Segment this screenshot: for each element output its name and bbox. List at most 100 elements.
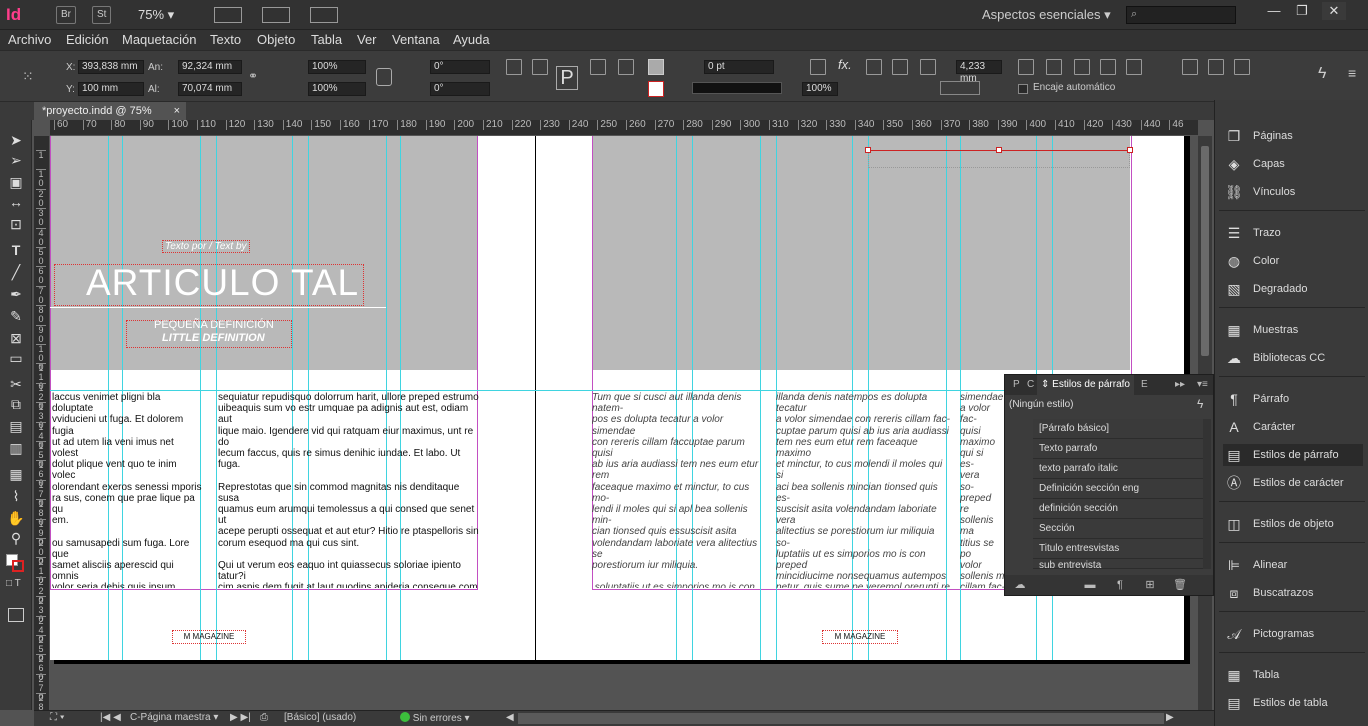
page-tool-icon[interactable]: ▣ — [6, 172, 26, 192]
height-field[interactable]: 70,074 mm — [178, 82, 242, 96]
body-column-3[interactable]: Tum que si cusci aut illanda denis natem… — [592, 392, 762, 588]
gradient-swatch-tool-icon[interactable]: ▤ — [6, 416, 26, 436]
panel-pictogramas[interactable]: 𝒜 Pictogramas — [1223, 623, 1363, 645]
panel-estilos-caracter[interactable]: Ⓐ Estilos de carácter — [1223, 472, 1363, 494]
opacity-field[interactable]: 100% — [802, 82, 838, 96]
link-scale-icon[interactable] — [376, 68, 392, 86]
view-options-icon[interactable] — [214, 7, 242, 23]
page-selector[interactable]: C-Página maestra ▾ — [130, 712, 218, 723]
quick-apply-icon[interactable]: ϟ — [1197, 397, 1203, 411]
byline-text[interactable]: Texto por / Text by — [162, 240, 250, 253]
panel-alinear[interactable]: ⊫ Alinear — [1223, 554, 1363, 576]
minimize-button[interactable]: — — [1262, 2, 1286, 20]
menu-ayuda[interactable]: Ayuda — [453, 32, 490, 47]
type-tool-icon[interactable]: T — [6, 240, 26, 260]
rectangle-frame-tool-icon[interactable]: ⊠ — [6, 328, 26, 348]
panel-menu-icon[interactable]: ▾≡ — [1193, 375, 1212, 395]
vertical-ruler[interactable]: 11 02 03 04 05 06 07 08 09 01 0 01 1 01 … — [34, 136, 50, 721]
scroll-right-icon[interactable]: ▶ — [1166, 712, 1174, 723]
free-transform-tool-icon[interactable]: ⧉ — [6, 394, 26, 414]
list-item[interactable]: Sección — [1033, 519, 1203, 539]
stroke-weight-field[interactable]: 0 pt — [704, 60, 774, 74]
document-tab[interactable]: *proyecto.indd @ 75% × — [34, 102, 186, 120]
direct-selection-tool-icon[interactable]: ➢ — [6, 150, 26, 170]
body-column-4[interactable]: illanda denis natempos es dolupta tecatu… — [776, 392, 950, 588]
gap-field[interactable]: 4,233 mm — [956, 60, 1002, 84]
rotate-ccw-icon[interactable] — [532, 59, 548, 75]
clear-overrides-icon[interactable]: ¶ — [1113, 578, 1127, 592]
corner-options-select[interactable] — [940, 81, 980, 95]
panel-bibliotecas[interactable]: ☁ Bibliotecas CC — [1223, 347, 1363, 369]
frame-fit-icon[interactable] — [920, 59, 936, 75]
autofit-checkbox[interactable] — [1018, 84, 1028, 94]
first-page-button[interactable]: |◀ ◀ — [100, 712, 121, 723]
delete-style-icon[interactable]: 🗑 — [1173, 578, 1187, 592]
menu-tabla[interactable]: Tabla — [311, 32, 342, 47]
horizontal-scrollbar[interactable] — [518, 713, 1164, 724]
list-item[interactable]: definición sección — [1033, 499, 1203, 519]
eyedropper-tool-icon[interactable]: ⌇ — [6, 486, 26, 506]
fit-content-icon[interactable] — [1018, 59, 1034, 75]
list-item[interactable]: Texto parrafo — [1033, 439, 1203, 459]
cloud-library-icon[interactable]: ☁ — [1013, 578, 1027, 592]
preflight-status[interactable]: Sin errores ▾ — [400, 712, 470, 724]
menu-maquetacion[interactable]: Maquetación — [122, 32, 196, 47]
screen-mode-icon[interactable] — [262, 7, 290, 23]
menu-ventana[interactable]: Ventana — [392, 32, 440, 47]
list-item[interactable]: Definición sección eng — [1033, 479, 1203, 499]
screen-mode-normal-icon[interactable] — [8, 608, 24, 622]
stroke-color-icon[interactable] — [12, 560, 24, 572]
center-content-icon[interactable] — [1100, 59, 1116, 75]
tab-p[interactable]: P — [1009, 375, 1024, 395]
scale-y-field[interactable]: 100% — [308, 82, 366, 96]
menu-ver[interactable]: Ver — [357, 32, 377, 47]
selection-handle[interactable] — [865, 147, 871, 153]
search-input[interactable]: ⌕ — [1126, 6, 1236, 24]
align-center-icon[interactable] — [892, 59, 908, 75]
fill-swatch[interactable] — [648, 59, 664, 75]
panel-trazo[interactable]: ☰ Trazo — [1223, 222, 1363, 244]
rectangle-tool-icon[interactable]: ▭ — [6, 348, 26, 368]
article-title[interactable]: ARTICULO TAL — [86, 260, 359, 306]
close-button[interactable]: ✕ — [1322, 2, 1346, 20]
column-guide[interactable] — [216, 136, 217, 660]
new-group-icon[interactable]: ▬ — [1083, 578, 1097, 592]
rotate-cw-icon[interactable] — [506, 59, 522, 75]
menu-objeto[interactable]: Objeto — [257, 32, 295, 47]
align-left-edges-icon[interactable] — [1182, 59, 1198, 75]
menu-edicion[interactable]: Edición — [66, 32, 109, 47]
scale-x-field[interactable]: 100% — [308, 60, 366, 74]
gap-tool-icon[interactable]: ↔ — [6, 192, 26, 212]
line-tool-icon[interactable]: ╱ — [6, 262, 26, 282]
list-item[interactable]: sub entrevista — [1033, 559, 1203, 569]
preflight-icon[interactable]: ⛶ ▾ — [50, 712, 65, 723]
bridge-button[interactable]: Br — [56, 6, 76, 24]
panel-tabla[interactable]: ▦ Tabla — [1223, 664, 1363, 686]
panel-menu-icon[interactable]: ≡ — [1348, 65, 1356, 81]
panel-buscatrazos[interactable]: ⧈ Buscatrazos — [1223, 582, 1363, 604]
horizontal-ruler[interactable]: 60 70 80 90 100 110 120 130 140 150 160 170 180 190 20… — [50, 120, 1198, 136]
body-column-5[interactable]: simendae a volor fac- quisi maximo qui s… — [960, 392, 1006, 588]
flip-horizontal-icon[interactable] — [590, 59, 606, 75]
selection-handle[interactable] — [1127, 147, 1133, 153]
footer-left[interactable]: M MAGAZINE — [172, 630, 246, 644]
fit-frame-icon[interactable] — [1046, 59, 1062, 75]
list-item[interactable]: [Párrafo básico] — [1033, 419, 1203, 439]
note-tool-icon[interactable]: ▦ — [6, 464, 26, 484]
panel-color[interactable]: ◍ Color — [1223, 250, 1363, 272]
panel-estilos-tabla[interactable]: ▤ Estilos de tabla — [1223, 692, 1363, 714]
reference-point-icon[interactable]: ⁙ — [22, 65, 44, 87]
stroke-type-select[interactable] — [692, 82, 782, 94]
tab-paragraph-styles[interactable]: ⇕ Estilos de párrafo — [1037, 375, 1134, 395]
new-style-icon[interactable]: ⊞ — [1143, 578, 1157, 592]
footer-right[interactable]: M MAGAZINE — [822, 630, 898, 644]
menu-texto[interactable]: Texto — [210, 32, 241, 47]
distribute-icon[interactable] — [1234, 59, 1250, 75]
drop-shadow-icon[interactable] — [810, 59, 826, 75]
zoom-level[interactable]: 75% ▾ — [138, 7, 174, 23]
content-aware-fit-icon[interactable] — [1126, 59, 1142, 75]
align-horizontal-centers-icon[interactable] — [1208, 59, 1224, 75]
flip-vertical-icon[interactable] — [618, 59, 634, 75]
menu-archivo[interactable]: Archivo — [8, 32, 51, 47]
next-page-button[interactable]: ▶ ▶| — [230, 712, 251, 723]
